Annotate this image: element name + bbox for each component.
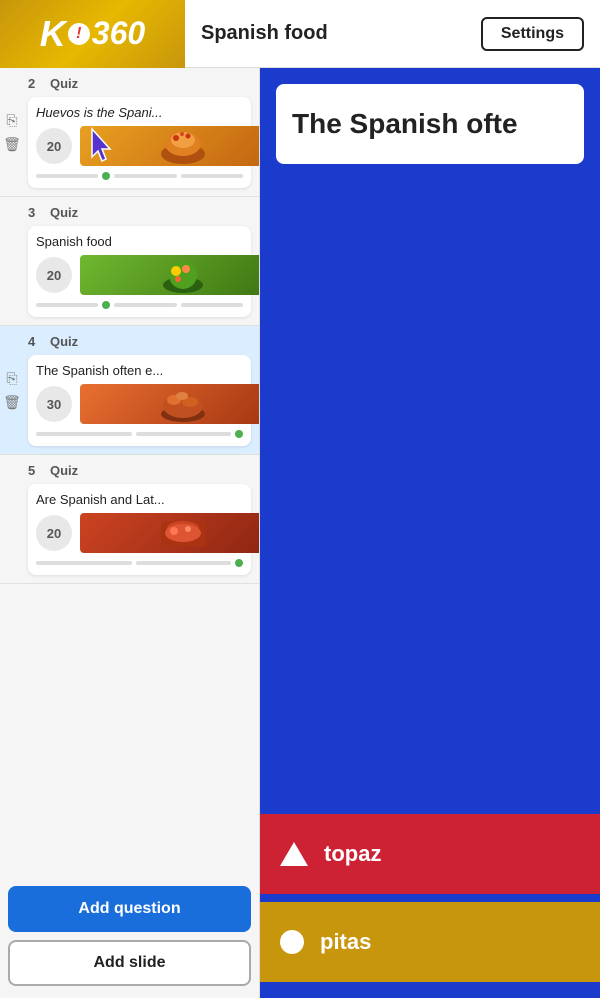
progress-dot-2 bbox=[102, 172, 110, 180]
quiz-card-5-body: 20 bbox=[36, 513, 243, 553]
answer-card-2[interactable]: pitas bbox=[260, 902, 600, 982]
section-5-type: Quiz bbox=[50, 463, 78, 478]
quiz-thumb-4 bbox=[80, 384, 260, 424]
answer-card-1[interactable]: topaz bbox=[260, 814, 600, 894]
header-title-area: Spanish food Settings bbox=[185, 17, 600, 51]
quiz-card-4-body: 30 bbox=[36, 384, 243, 424]
question-text: The Spanish ofte bbox=[292, 108, 518, 140]
app-header: K!360 Spanish food Settings bbox=[0, 0, 600, 68]
food-thumb-svg-2 bbox=[156, 126, 211, 166]
page-title: Spanish food bbox=[201, 22, 328, 45]
section-3-header: 3 Quiz bbox=[28, 205, 251, 220]
section-5-number: 5 bbox=[28, 463, 44, 478]
progress-bar-4a bbox=[36, 432, 132, 436]
main-area: 2 Quiz Huevos is the Spani... 20 bbox=[0, 68, 600, 998]
logo: K!360 bbox=[0, 0, 185, 68]
exclamation-icon: ! bbox=[68, 23, 90, 45]
answer-label-2: pitas bbox=[320, 929, 371, 955]
points-badge-4: 30 bbox=[36, 386, 72, 422]
copy-icon-2[interactable]: ⎘ bbox=[2, 110, 22, 130]
triangle-icon bbox=[280, 842, 308, 866]
copy-icon-4[interactable]: ⎘ bbox=[2, 368, 22, 388]
progress-bar-5a bbox=[36, 561, 132, 565]
logo-360: 360 bbox=[92, 15, 145, 52]
answers-area: topaz pitas bbox=[260, 164, 600, 998]
quiz-card-5[interactable]: Are Spanish and Lat... 20 bbox=[28, 484, 251, 575]
circle-icon bbox=[280, 930, 304, 954]
quiz-card-2-body: 20 bbox=[36, 126, 243, 166]
side-icons-4: ⎘ 🗑 bbox=[2, 368, 22, 412]
section-4-type: Quiz bbox=[50, 334, 78, 349]
progress-bar-3c bbox=[181, 303, 243, 307]
progress-bars-2 bbox=[36, 172, 243, 180]
progress-bars-5 bbox=[36, 559, 243, 567]
quiz-section-2[interactable]: 2 Quiz Huevos is the Spani... 20 bbox=[0, 68, 259, 197]
progress-bar-2a bbox=[36, 174, 98, 178]
section-2-number: 2 bbox=[28, 76, 44, 91]
quiz-thumb-5 bbox=[80, 513, 260, 553]
quiz-thumb-2 bbox=[80, 126, 260, 166]
progress-dot-5 bbox=[235, 559, 243, 567]
sidebar: 2 Quiz Huevos is the Spani... 20 bbox=[0, 68, 260, 998]
progress-bars-3 bbox=[36, 301, 243, 309]
delete-icon-2[interactable]: 🗑 bbox=[2, 134, 22, 154]
main-content: The Spanish ofte topaz pitas bbox=[260, 68, 600, 998]
progress-dot-4 bbox=[235, 430, 243, 438]
progress-bar-5b bbox=[136, 561, 232, 565]
food-thumb-svg-5 bbox=[156, 513, 211, 553]
points-badge-2: 20 bbox=[36, 128, 72, 164]
progress-bar-2b bbox=[114, 174, 176, 178]
progress-bar-3a bbox=[36, 303, 98, 307]
quiz-card-3-title: Spanish food bbox=[36, 234, 243, 249]
quiz-card-4-title: The Spanish often e... bbox=[36, 363, 243, 378]
food-thumb-svg-4 bbox=[156, 384, 211, 424]
quiz-card-2[interactable]: Huevos is the Spani... 20 bbox=[28, 97, 251, 188]
food-thumb-svg-3 bbox=[156, 255, 211, 295]
answer-label-1: topaz bbox=[324, 841, 381, 867]
quiz-section-5[interactable]: 5 Quiz Are Spanish and Lat... 20 bbox=[0, 455, 259, 584]
progress-dot-3 bbox=[102, 301, 110, 309]
section-3-number: 3 bbox=[28, 205, 44, 220]
add-question-button[interactable]: Add question bbox=[8, 886, 251, 932]
section-4-number: 4 bbox=[28, 334, 44, 349]
quiz-card-3-body: 20 bbox=[36, 255, 243, 295]
quiz-card-4[interactable]: The Spanish often e... 30 bbox=[28, 355, 251, 446]
quiz-card-3[interactable]: Spanish food 20 bbox=[28, 226, 251, 317]
quiz-section-3[interactable]: 3 Quiz Spanish food 20 bbox=[0, 197, 259, 326]
progress-bar-2c bbox=[181, 174, 243, 178]
quiz-card-5-title: Are Spanish and Lat... bbox=[36, 492, 243, 507]
logo-text: K!360 bbox=[40, 13, 145, 55]
settings-button[interactable]: Settings bbox=[481, 17, 584, 51]
quiz-section-4[interactable]: 4 Quiz The Spanish often e... 30 bbox=[0, 326, 259, 455]
quiz-thumb-3 bbox=[80, 255, 260, 295]
progress-bar-3b bbox=[114, 303, 176, 307]
section-5-header: 5 Quiz bbox=[28, 463, 251, 478]
section-4-header: 4 Quiz bbox=[28, 334, 251, 349]
add-slide-button[interactable]: Add slide bbox=[8, 940, 251, 986]
side-icons-2: ⎘ 🗑 bbox=[2, 110, 22, 154]
points-badge-5: 20 bbox=[36, 515, 72, 551]
section-2-type: Quiz bbox=[50, 76, 78, 91]
progress-bar-4b bbox=[136, 432, 232, 436]
points-badge-3: 20 bbox=[36, 257, 72, 293]
progress-bars-4 bbox=[36, 430, 243, 438]
question-box: The Spanish ofte bbox=[276, 84, 584, 164]
section-2-header: 2 Quiz bbox=[28, 76, 251, 91]
quiz-card-2-title: Huevos is the Spani... bbox=[36, 105, 243, 120]
delete-icon-4[interactable]: 🗑 bbox=[2, 392, 22, 412]
sidebar-buttons: Add question Add slide bbox=[0, 874, 259, 998]
section-3-type: Quiz bbox=[50, 205, 78, 220]
